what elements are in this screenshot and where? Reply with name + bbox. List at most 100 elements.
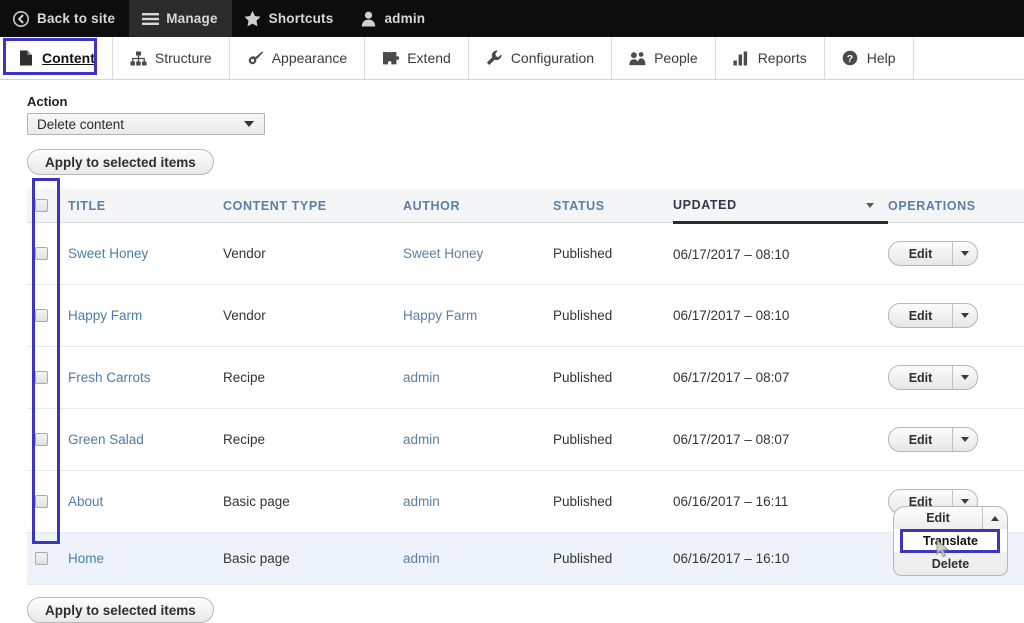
tab-label: Structure: [155, 50, 212, 66]
action-select-value: Delete content: [28, 117, 124, 132]
column-header-content-type[interactable]: CONTENT TYPE: [223, 189, 403, 223]
row-author-cell: admin: [403, 409, 553, 471]
row-title-link[interactable]: About: [68, 494, 103, 509]
row-updated-cell: 06/17/2017 – 08:07: [673, 347, 888, 409]
tab-label: Reports: [758, 50, 807, 66]
tab-bar-filler: [914, 37, 1024, 79]
edit-split-button[interactable]: Edit: [888, 303, 978, 328]
tab-people[interactable]: People: [612, 37, 716, 79]
action-label: Action: [27, 94, 1024, 109]
row-select-cell[interactable]: [27, 533, 68, 585]
menu-item-delete[interactable]: Delete: [894, 552, 1007, 575]
admin-bar-item-manage[interactable]: Manage: [129, 0, 231, 37]
back-arrow-icon: [12, 10, 30, 28]
operations-dropdown-trigger[interactable]: Edit: [893, 506, 1008, 529]
row-type-cell: Basic page: [223, 533, 403, 585]
operations-dropdown-toggle[interactable]: [952, 242, 977, 265]
tab-structure[interactable]: Structure: [113, 37, 230, 79]
paintbrush-icon: [247, 50, 264, 67]
row-select-cell[interactable]: [27, 223, 68, 285]
edit-button-label[interactable]: Edit: [889, 366, 952, 389]
edit-button-label[interactable]: Edit: [889, 242, 952, 265]
row-title-cell: Happy Farm: [68, 285, 223, 347]
row-author-cell: admin: [403, 347, 553, 409]
row-checkbox[interactable]: [35, 552, 48, 565]
table-row: Home Basic page admin Published 06/16/20…: [27, 533, 1024, 585]
row-checkbox[interactable]: [35, 371, 48, 384]
row-select-cell[interactable]: [27, 409, 68, 471]
tab-reports[interactable]: Reports: [716, 37, 825, 79]
admin-bar-item-back-to-site[interactable]: Back to site: [0, 0, 129, 37]
column-header-status[interactable]: STATUS: [553, 189, 673, 223]
row-updated-cell: 06/17/2017 – 08:07: [673, 409, 888, 471]
operations-dropdown-menu: Translate Delete: [893, 529, 1008, 576]
row-author-link[interactable]: admin: [403, 494, 440, 509]
user-icon: [359, 10, 377, 28]
admin-bar-item-shortcuts[interactable]: Shortcuts: [232, 0, 348, 37]
question-circle-icon: ?: [842, 50, 859, 67]
row-title-link[interactable]: Sweet Honey: [68, 246, 148, 261]
row-checkbox[interactable]: [35, 309, 48, 322]
edit-button-label[interactable]: Edit: [889, 428, 952, 451]
tab-label: Extend: [407, 50, 451, 66]
row-title-link[interactable]: Happy Farm: [68, 308, 142, 323]
sitemap-icon: [130, 50, 147, 67]
column-header-select-all[interactable]: [27, 189, 68, 223]
edit-split-button[interactable]: Edit: [888, 241, 978, 266]
action-select[interactable]: Delete content: [27, 113, 265, 135]
select-all-checkbox[interactable]: [35, 199, 48, 212]
chevron-down-icon: [961, 499, 969, 504]
admin-bar-label: Back to site: [37, 11, 115, 26]
row-checkbox[interactable]: [35, 247, 48, 260]
operations-dropdown-toggle[interactable]: [952, 366, 977, 389]
edit-split-button[interactable]: Edit: [888, 427, 978, 452]
admin-bar-label: Manage: [166, 11, 217, 26]
edit-button-label[interactable]: Edit: [894, 507, 982, 529]
row-select-cell[interactable]: [27, 347, 68, 409]
row-updated-cell: 06/17/2017 – 08:10: [673, 285, 888, 347]
operations-dropdown-toggle[interactable]: [952, 304, 977, 327]
people-icon: [629, 50, 646, 67]
tab-configuration[interactable]: Configuration: [469, 37, 612, 79]
admin-toolbar: Back to site Manage Shortcuts admin: [0, 0, 1024, 37]
apply-to-selected-items-button-top[interactable]: Apply to selected items: [27, 149, 214, 175]
row-author-link[interactable]: admin: [403, 551, 440, 566]
row-title-link[interactable]: Green Salad: [68, 432, 144, 447]
row-title-cell: Sweet Honey: [68, 223, 223, 285]
tab-help[interactable]: ? Help: [825, 37, 914, 79]
column-header-updated[interactable]: UPDATED: [673, 189, 888, 223]
chevron-up-icon: [991, 516, 999, 521]
tab-appearance[interactable]: Appearance: [230, 37, 366, 79]
edit-button-label[interactable]: Edit: [889, 304, 952, 327]
row-operations-cell: Edit: [888, 223, 1024, 285]
row-checkbox[interactable]: [35, 433, 48, 446]
menu-item-translate[interactable]: Translate: [894, 529, 1007, 552]
edit-split-button[interactable]: Edit: [888, 365, 978, 390]
row-author-link[interactable]: admin: [403, 370, 440, 385]
row-title-link[interactable]: Fresh Carrots: [68, 370, 151, 385]
table-row: Fresh Carrots Recipe admin Published 06/…: [27, 347, 1024, 409]
admin-bar-label: admin: [384, 11, 425, 26]
tab-content[interactable]: Content: [0, 37, 113, 79]
admin-bar-item-admin-user[interactable]: admin: [347, 0, 439, 37]
row-author-link[interactable]: admin: [403, 432, 440, 447]
tab-extend[interactable]: Extend: [365, 37, 469, 79]
content-table-wrapper: TITLE CONTENT TYPE AUTHOR STATUS UPDATED…: [27, 189, 1024, 585]
row-author-link[interactable]: Sweet Honey: [403, 246, 483, 261]
row-select-cell[interactable]: [27, 285, 68, 347]
row-checkbox[interactable]: [35, 495, 48, 508]
operations-dropdown-toggle[interactable]: [952, 428, 977, 451]
row-status-cell: Published: [553, 409, 673, 471]
row-title-cell: Fresh Carrots: [68, 347, 223, 409]
column-header-title[interactable]: TITLE: [68, 189, 223, 223]
row-title-cell: Home: [68, 533, 223, 585]
row-author-link[interactable]: Happy Farm: [403, 308, 477, 323]
column-header-author[interactable]: AUTHOR: [403, 189, 553, 223]
row-status-cell: Published: [553, 533, 673, 585]
row-select-cell[interactable]: [27, 471, 68, 533]
column-header-updated-label: UPDATED: [673, 198, 737, 212]
row-title-link[interactable]: Home: [68, 551, 104, 566]
apply-to-selected-items-button-bottom[interactable]: Apply to selected items: [27, 597, 214, 623]
row-operations-cell: Edit: [888, 409, 1024, 471]
operations-dropdown-toggle[interactable]: [982, 507, 1007, 529]
